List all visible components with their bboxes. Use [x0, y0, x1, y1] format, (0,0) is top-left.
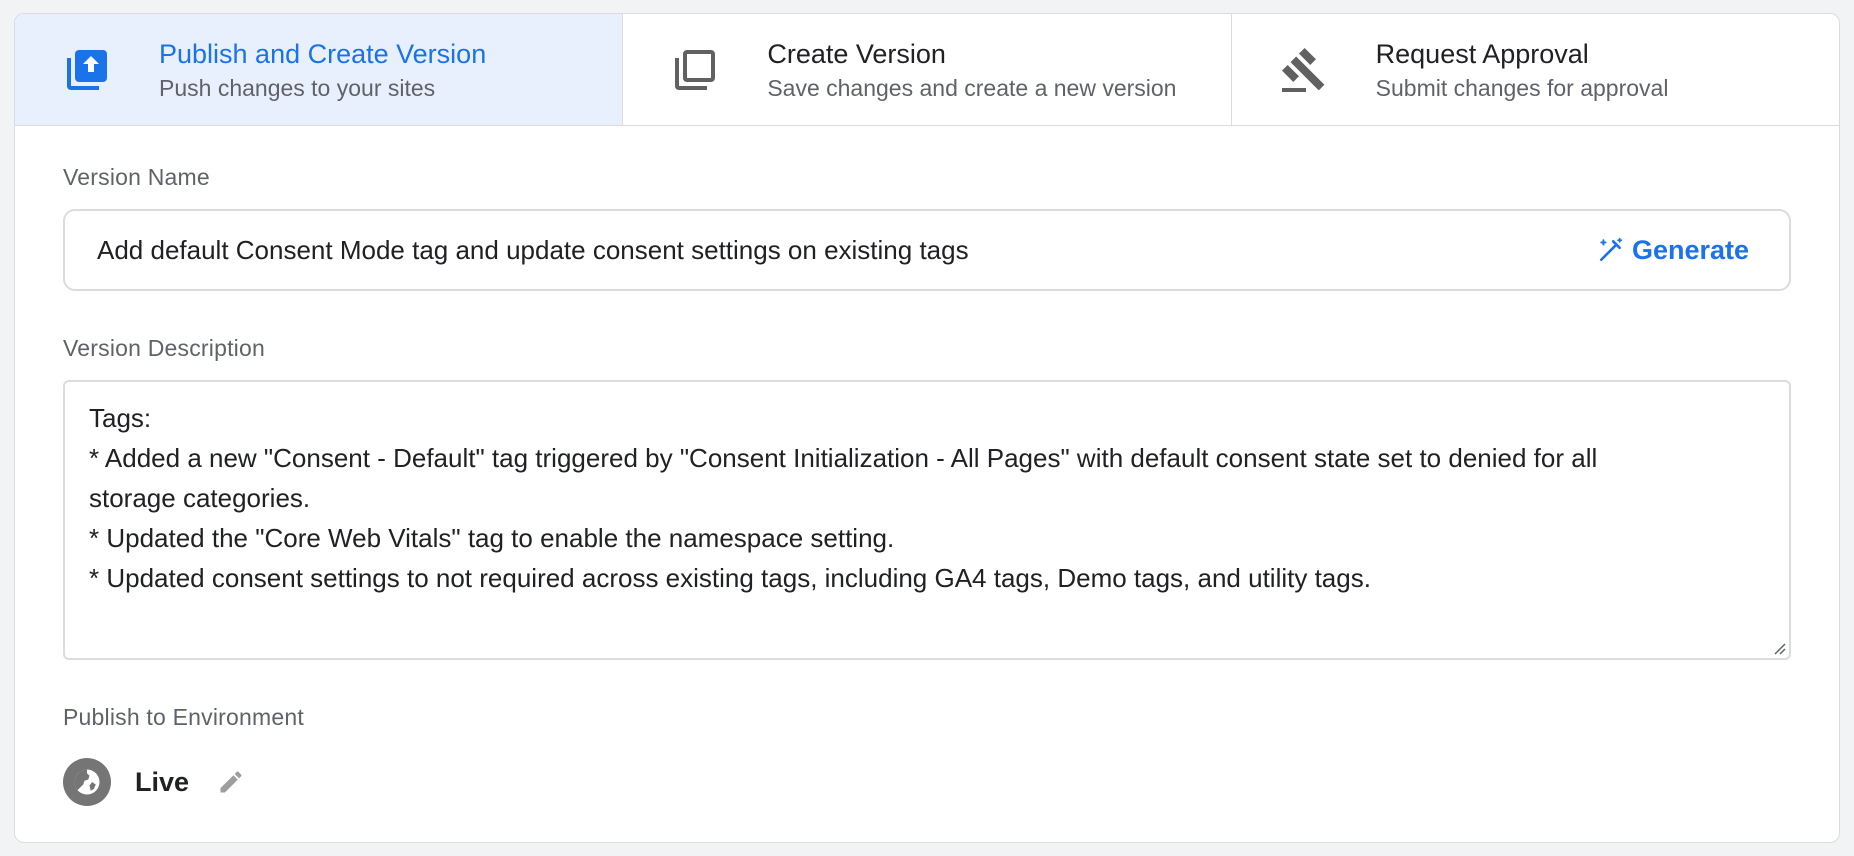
option-subtitle: Save changes and create a new version — [767, 74, 1177, 101]
version-form: Version Name Add default Consent Mode ta… — [15, 164, 1839, 807]
environment-row: Live — [63, 757, 1791, 807]
option-request-approval[interactable]: Request Approval Submit changes for appr… — [1232, 14, 1839, 125]
gavel-icon — [1276, 42, 1332, 98]
version-name-value[interactable]: Add default Consent Mode tag and update … — [97, 235, 969, 266]
version-description-label: Version Description — [63, 335, 265, 361]
option-subtitle: Push changes to your sites — [159, 74, 436, 101]
option-title: Request Approval — [1375, 38, 1589, 69]
option-title: Publish and Create Version — [159, 38, 487, 69]
magic-wand-icon — [1599, 237, 1623, 262]
generate-label: Generate — [1631, 234, 1749, 265]
version-description-textarea[interactable]: Tags: * Added a new "Consent - Default" … — [63, 380, 1791, 660]
generate-button[interactable]: Generate — [1598, 235, 1749, 266]
option-title: Create Version — [767, 38, 946, 69]
edit-environment-icon[interactable] — [217, 768, 245, 796]
publish-upload-icon — [59, 42, 115, 98]
description-line: storage categories. — [89, 483, 311, 513]
resize-handle-icon[interactable] — [1771, 640, 1787, 656]
option-subtitle: Submit changes for approval — [1375, 74, 1669, 101]
version-name-label: Version Name — [63, 164, 210, 190]
description-line: Tags: — [89, 403, 152, 433]
description-line: * Updated the "Core Web Vitals" tag to e… — [89, 523, 895, 553]
submission-options: Publish and Create Version Push changes … — [15, 14, 1839, 126]
globe-icon — [63, 758, 111, 806]
submit-changes-card: Publish and Create Version Push changes … — [14, 13, 1840, 843]
copy-version-icon — [667, 42, 723, 98]
option-create-version[interactable]: Create Version Save changes and create a… — [623, 14, 1232, 125]
description-line: * Updated consent settings to not requir… — [89, 563, 1371, 593]
environment-name: Live — [135, 766, 190, 797]
version-name-field[interactable]: Add default Consent Mode tag and update … — [63, 209, 1791, 291]
option-publish-and-create-version[interactable]: Publish and Create Version Push changes … — [15, 14, 624, 125]
publish-environment-label: Publish to Environment — [63, 704, 304, 730]
description-line: * Added a new "Consent - Default" tag tr… — [89, 443, 1598, 473]
